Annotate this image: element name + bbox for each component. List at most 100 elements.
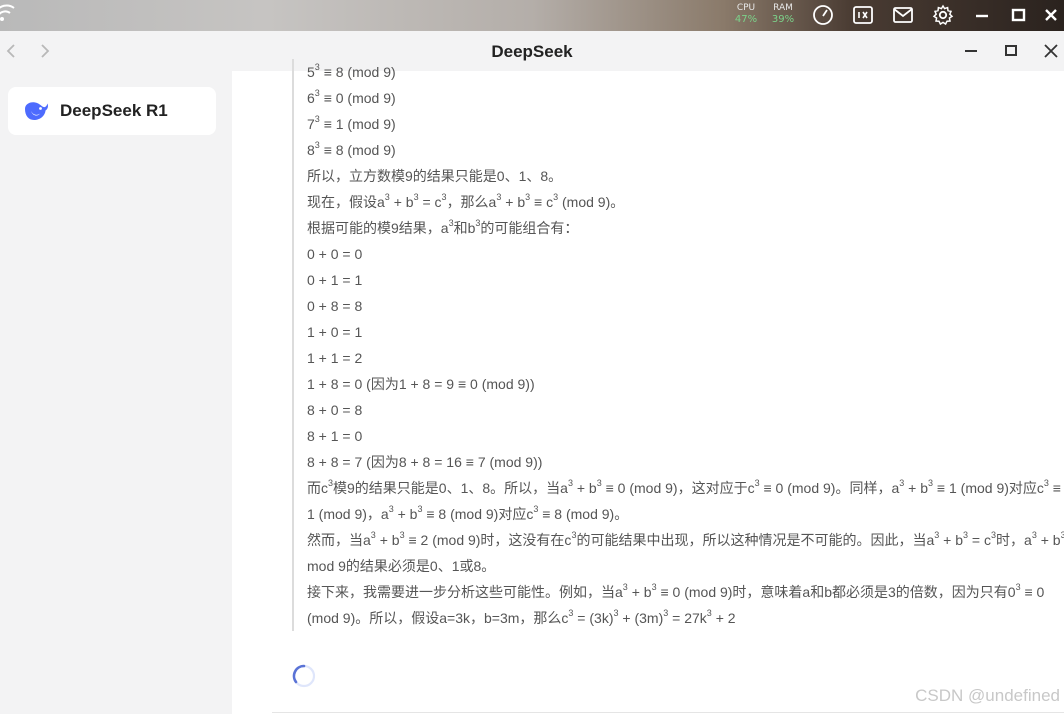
exponent: 3 (706, 608, 712, 619)
line-text: 7 (307, 116, 315, 132)
line-text: 1 + 8 = 0 (因为1 + 8 = 9 ≡ 0 (mod 9)) (307, 376, 535, 392)
exponent: 3 (413, 192, 419, 203)
exponent: 3 (314, 114, 320, 125)
close-icon[interactable] (1040, 4, 1062, 26)
ram-indicator[interactable]: RAM 39% (766, 3, 800, 25)
line-text: 所以，立方数模9的结果只能是0、1、8。 (307, 168, 563, 184)
exponent: 3 (417, 504, 423, 515)
loading-spinner-icon (292, 664, 316, 688)
line-text: 0 + 0 = 0 (307, 246, 363, 262)
exponent: 3 (328, 478, 334, 489)
exponent: 3 (622, 582, 628, 593)
exponent: 3 (370, 530, 376, 541)
line-text: ≡ 0 (mod 9)。同样，a (759, 480, 900, 496)
line-text: ≡ 2 (mod 9)时，这没有在c (404, 532, 572, 548)
reasoning-line: 0 + 0 = 0 (307, 241, 1064, 267)
line-text: 接下来，我需要进一步分析这些可能性。例如，当a (307, 584, 623, 600)
line-text: 而c (307, 480, 328, 496)
line-text: 的可能结果中出现，所以这种情况是不可能的。因此，当a (576, 532, 935, 548)
line-text: 时，a (996, 532, 1032, 548)
deepseek-whale-icon (25, 102, 48, 120)
exponent: 3 (651, 582, 657, 593)
exponent: 3 (1031, 530, 1037, 541)
line-text: + 2 (711, 610, 736, 626)
sidebar: DeepSeek R1 (0, 71, 232, 714)
model-selector[interactable]: DeepSeek R1 (8, 87, 216, 135)
exponent: 3 (553, 192, 559, 203)
wifi-icon[interactable] (0, 2, 18, 22)
line-text: 8 + 0 = 8 (307, 402, 363, 418)
gear-icon[interactable] (932, 4, 954, 26)
ram-label: RAM (773, 3, 793, 13)
line-text: + (3m) (618, 610, 664, 626)
input-divider (272, 712, 1064, 713)
exponent: 3 (314, 140, 320, 151)
line-text: 的可能组合有： (480, 220, 579, 236)
exponent: 3 (1015, 582, 1021, 593)
monitor-icon[interactable] (852, 4, 874, 26)
reasoning-line: 1 + 1 = 2 (307, 345, 1064, 371)
line-text: 然而，当a (307, 532, 371, 548)
speedometer-icon[interactable] (812, 4, 834, 26)
system-bar: CPU 47% RAM 39% (0, 0, 1064, 31)
line-text: + b (572, 480, 597, 496)
exponent: 3 (475, 218, 481, 229)
reasoning-line: 63 ≡ 0 (mod 9) (307, 85, 1064, 111)
line-text: 0 + 1 = 1 (307, 272, 363, 288)
line-text: + b (939, 532, 964, 548)
exponent: 3 (533, 504, 539, 515)
cpu-indicator[interactable]: CPU 47% (729, 3, 763, 25)
exponent: 3 (928, 478, 934, 489)
line-text: = c (968, 532, 991, 548)
exponent: 3 (314, 62, 320, 73)
minimize-icon[interactable] (971, 4, 993, 26)
maximize-icon[interactable] (1007, 4, 1029, 26)
window-close-icon[interactable] (1041, 41, 1061, 61)
reasoning-line: 而c3模9的结果只能是0、1、8。所以，当a3 + b3 ≡ 0 (mod 9)… (307, 475, 1064, 527)
exponent: 3 (596, 478, 602, 489)
exponent: 3 (963, 530, 969, 541)
line-text: + b (393, 506, 418, 522)
exponent: 3 (399, 530, 405, 541)
reasoning-line: 接下来，我需要进一步分析这些可能性。例如，当a3 + b3 ≡ 0 (mod 9… (307, 579, 1064, 631)
window-maximize-icon[interactable] (1001, 41, 1021, 61)
exponent: 3 (448, 218, 454, 229)
line-text: 模9的结果只能是0、1、8。所以，当a (333, 480, 568, 496)
line-text: ，那么a (446, 194, 497, 210)
exponent: 3 (754, 478, 760, 489)
line-text: 8 + 8 = 7 (因为8 + 8 = 16 ≡ 7 (mod 9)) (307, 454, 543, 470)
line-text: + b (627, 584, 652, 600)
exponent: 3 (899, 478, 905, 489)
window-minimize-icon[interactable] (961, 41, 981, 61)
line-text: 0 + 8 = 8 (307, 298, 363, 314)
exponent: 3 (525, 192, 531, 203)
reasoning-line: 然而，当a3 + b3 ≡ 2 (mod 9)时，这没有在c3的可能结果中出现，… (307, 527, 1064, 579)
line-text: + b (904, 480, 929, 496)
exponent: 3 (571, 530, 577, 541)
line-text: ≡ 8 (mod 9) (319, 64, 396, 80)
reasoning-line: 83 ≡ 8 (mod 9) (307, 137, 1064, 163)
cpu-label: CPU (736, 3, 756, 13)
line-text: ≡ 0 (mod 9)，这对应于c (601, 480, 755, 496)
exponent: 3 (934, 530, 940, 541)
line-text: ≡ c (530, 194, 554, 210)
line-text: 根据可能的模9结果，a (307, 220, 449, 236)
line-text: + b (389, 194, 414, 210)
exponent: 3 (567, 478, 573, 489)
line-text: 1 + 0 = 1 (307, 324, 363, 340)
line-text: 1 + 1 = 2 (307, 350, 363, 366)
line-text: 和b (453, 220, 476, 236)
line-text: + b (501, 194, 526, 210)
cpu-value: 47% (734, 14, 758, 25)
reasoning-line: 8 + 1 = 0 (307, 423, 1064, 449)
reasoning-line: 8 + 8 = 7 (因为8 + 8 = 16 ≡ 7 (mod 9)) (307, 449, 1064, 475)
exponent: 3 (384, 192, 390, 203)
line-text: (mod 9)。 (558, 194, 625, 210)
reasoning-line: 53 ≡ 8 (mod 9) (307, 59, 1064, 85)
line-text: 现在，假设a (307, 194, 385, 210)
exponent: 3 (568, 608, 574, 619)
line-text: + b (375, 532, 400, 548)
exponent: 3 (388, 504, 394, 515)
line-text: + b (1036, 532, 1061, 548)
mail-icon[interactable] (892, 4, 914, 26)
